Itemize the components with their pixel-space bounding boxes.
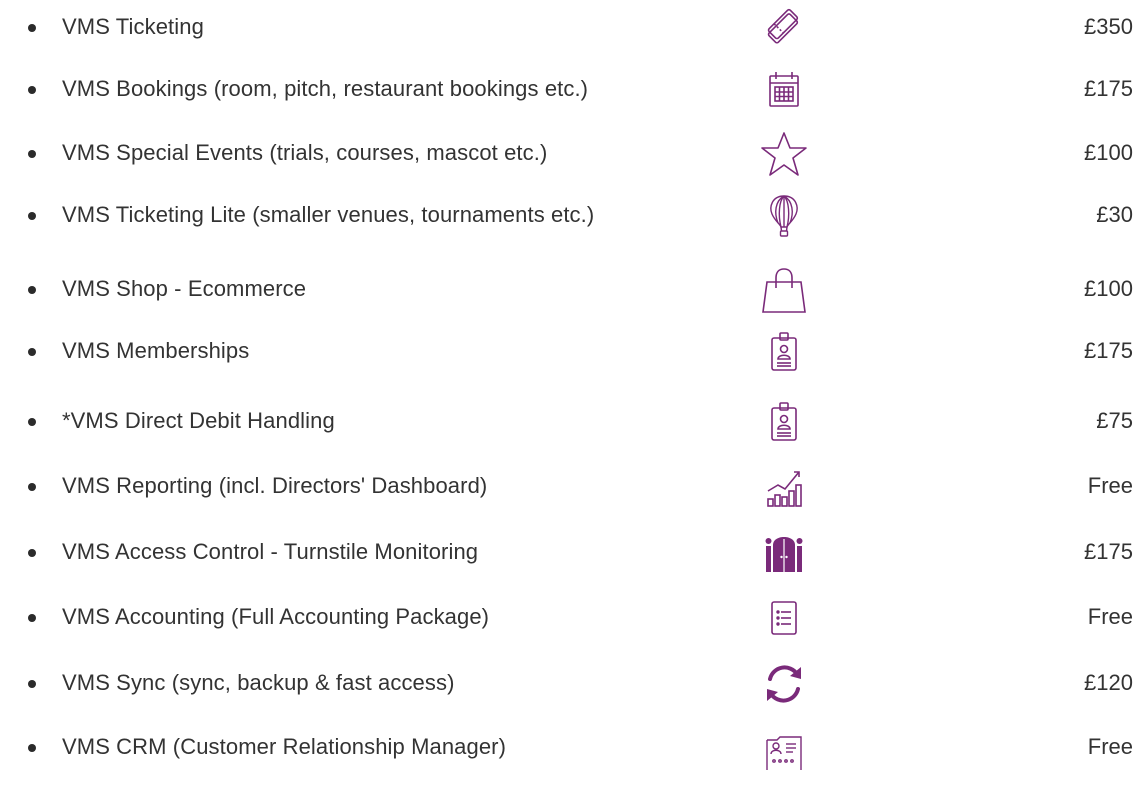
item-price: Free [1087,734,1133,759]
list-item: VMS CRM (Customer Relationship Manager) … [0,720,1145,776]
id-badge-icon [760,398,808,446]
item-label: VMS Memberships [62,338,250,363]
calendar-icon [760,66,808,114]
item-label: VMS Bookings (room, pitch, restaurant bo… [62,76,589,101]
bullet [28,418,36,426]
ticket-icon [760,4,808,52]
sync-icon [760,660,808,708]
gate-icon [760,529,808,577]
item-label: VMS Shop - Ecommerce [62,276,307,301]
list-item: VMS Special Events (trials, courses, mas… [0,126,1145,182]
item-label: VMS Sync (sync, backup & fast access) [62,670,455,695]
bullet [28,348,36,356]
shopping-bag-icon [760,266,808,314]
item-price: £100 [1084,276,1133,301]
item-price: Free [1087,473,1133,498]
list-item: VMS Shop - Ecommerce £100 [0,262,1145,318]
contact-folder-icon [760,724,808,772]
list-item: VMS Access Control - Turnstile Monitorin… [0,525,1145,581]
item-price: £100 [1084,140,1133,165]
list-item: VMS Ticketing £350 [0,0,1145,56]
bullet [28,286,36,294]
item-price: Free [1087,604,1133,629]
bullet [28,212,36,220]
list-item: VMS Bookings (room, pitch, restaurant bo… [0,62,1145,118]
item-label: VMS Access Control - Turnstile Monitorin… [62,539,479,564]
star-icon [760,130,808,178]
item-price: £175 [1084,338,1133,363]
bullet [28,680,36,688]
id-badge-icon [760,328,808,376]
bullet [28,150,36,158]
item-label: VMS Special Events (trials, courses, mas… [62,140,548,165]
list-item: VMS Ticketing Lite (smaller venues, tour… [0,188,1145,244]
bullet [28,24,36,32]
list-item: *VMS Direct Debit Handling £75 [0,394,1145,450]
list-item: VMS Sync (sync, backup & fast access) £1… [0,656,1145,712]
list-item: VMS Reporting (incl. Directors' Dashboar… [0,459,1145,515]
item-price: £175 [1084,76,1133,101]
item-price: £75 [1096,408,1133,433]
item-label: VMS Accounting (Full Accounting Package) [62,604,490,629]
list-document-icon [760,594,808,642]
bullet [28,614,36,622]
item-label: VMS Ticketing Lite (smaller venues, tour… [62,202,595,227]
item-price: £175 [1084,539,1133,564]
item-label: *VMS Direct Debit Handling [62,408,335,433]
list-item: VMS Accounting (Full Accounting Package)… [0,590,1145,646]
bullet [28,744,36,752]
item-label: VMS CRM (Customer Relationship Manager) [62,734,507,759]
hot-air-balloon-icon [760,192,808,240]
item-price: £350 [1084,14,1133,39]
item-price: £120 [1084,670,1133,695]
item-price: £30 [1096,202,1133,227]
bar-chart-trend-icon [760,463,808,511]
bullet [28,483,36,491]
bullet [28,86,36,94]
item-label: VMS Reporting (incl. Directors' Dashboar… [62,473,488,498]
list-item: VMS Memberships £175 [0,324,1145,380]
bullet [28,549,36,557]
item-label: VMS Ticketing [62,14,204,39]
